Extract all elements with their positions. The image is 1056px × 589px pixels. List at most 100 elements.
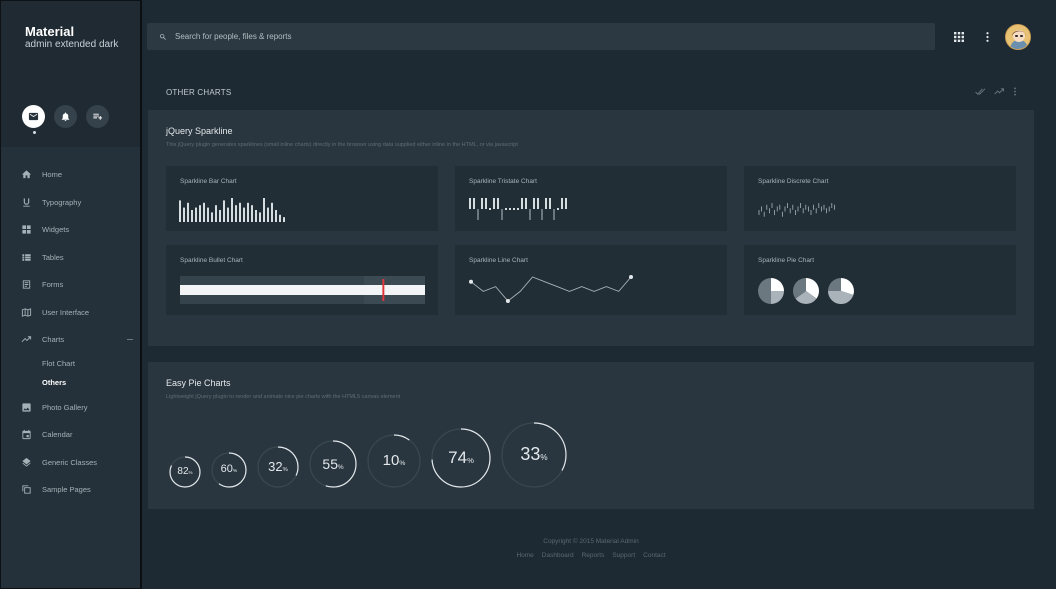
easy-pie-unit: % — [188, 470, 193, 475]
sparkline-discrete-card: Sparkline Discrete Chart — [744, 166, 1016, 231]
easy-pie-chart: 55% — [309, 440, 357, 488]
sidebar-item-tables[interactable]: Tables — [1, 244, 141, 272]
spark-bar — [239, 202, 241, 222]
sparkline-series — [470, 276, 632, 302]
easy-pie-unit: % — [540, 453, 548, 463]
more-vert-icon[interactable] — [1013, 87, 1017, 96]
sparkline-line-chart — [469, 275, 633, 303]
trending-up-icon[interactable] — [994, 87, 1005, 96]
tristate-bar — [553, 209, 555, 220]
easy-pie-value: 10% — [367, 452, 421, 469]
sidebar-item-photo-gallery[interactable]: Photo Gallery — [1, 394, 141, 422]
sidebar-item-calendar[interactable]: Calendar — [1, 421, 141, 449]
easy-pie-value: 60% — [211, 463, 247, 475]
sidebar-item-charts[interactable]: Charts — [1, 326, 141, 354]
spark-bar — [235, 205, 237, 222]
more-options-button[interactable] — [982, 31, 993, 42]
tristate-bar — [509, 208, 511, 210]
search-bar[interactable] — [147, 23, 935, 50]
easy-pie-value: 32% — [257, 459, 299, 474]
easy-pie-number: 32 — [268, 459, 283, 475]
bell-icon — [61, 112, 70, 122]
spark-bar — [207, 207, 209, 222]
sidebar-subitem-others[interactable]: Others — [42, 373, 141, 392]
more-vert-icon — [986, 31, 989, 42]
tasks-button[interactable] — [86, 105, 109, 128]
tristate-bar — [493, 198, 495, 209]
tristate-bar — [517, 208, 519, 210]
mail-button[interactable] — [22, 105, 45, 128]
done-all-icon[interactable] — [975, 87, 986, 96]
spark-bar — [227, 207, 229, 222]
easy-pie-value: 33% — [501, 444, 567, 465]
sidebar-item-sample-pages[interactable]: Sample Pages — [1, 476, 141, 504]
spark-bar — [195, 207, 197, 222]
easy-pie-number: 82 — [177, 466, 189, 477]
sidebar-item-user-interface[interactable]: User Interface — [1, 299, 141, 327]
footer-link-reports[interactable]: Reports — [582, 552, 605, 559]
sidebar-item-label: Typography — [42, 197, 82, 207]
notifications-button[interactable] — [54, 105, 77, 128]
sidebar-item-label: Widgets — [42, 225, 70, 235]
block-actions — [975, 87, 1017, 96]
sidebar-item-label: Calendar — [42, 430, 73, 440]
sidebar-item-typography[interactable]: Typography — [1, 189, 141, 217]
spark-bar — [251, 205, 253, 222]
sidebar-item-forms[interactable]: Forms — [1, 271, 141, 299]
mini-card-title: Sparkline Line Chart — [469, 257, 528, 264]
sidebar-item-generic-classes[interactable]: Generic Classes — [1, 449, 141, 477]
search-input[interactable] — [175, 32, 915, 41]
spark-bar — [243, 207, 245, 222]
layers-icon — [21, 457, 32, 468]
line-point — [469, 279, 473, 284]
mini-card-title: Sparkline Tristate Chart — [469, 178, 537, 185]
sparkline-pie-charts — [758, 278, 854, 304]
tristate-bar — [533, 198, 535, 209]
easy-pie-chart: 33% — [501, 422, 567, 488]
brand-title[interactable]: Material — [25, 24, 74, 39]
sidebar-item-home[interactable]: Home — [1, 161, 141, 189]
easy-pie-chart: 74% — [431, 428, 491, 488]
sparkline-bar-chart — [179, 198, 285, 222]
easy-pie-number: 33 — [520, 444, 541, 465]
footer-link-home[interactable]: Home — [516, 552, 533, 559]
easy-pie-unit: % — [282, 467, 288, 474]
mini-card-title: Sparkline Bullet Chart — [180, 257, 243, 264]
sparkline-tristate-chart — [469, 198, 567, 220]
sidebar-item-label: User Interface — [42, 307, 90, 317]
mail-icon — [28, 112, 39, 121]
easy-pie-number: 10 — [382, 452, 400, 469]
tristate-bar — [525, 198, 527, 209]
mini-card-title: Sparkline Pie Chart — [758, 257, 814, 264]
home-icon — [21, 169, 32, 180]
sidebar-item-label: Charts — [42, 335, 65, 345]
sparkline-card: jQuery Sparkline This jQuery plugin gene… — [148, 110, 1034, 346]
easy-pie-number: 60 — [220, 463, 233, 476]
easy-pie-card-title: Easy Pie Charts — [166, 378, 231, 388]
mini-card-title: Sparkline Discrete Chart — [758, 178, 829, 185]
tristate-bar — [529, 209, 531, 220]
bullet-target — [382, 279, 385, 301]
apps-grid-button[interactable] — [953, 31, 964, 42]
footer-link-dashboard[interactable]: Dashboard — [542, 552, 574, 559]
collapse-icon — [127, 339, 133, 340]
tristate-bar — [497, 198, 499, 209]
footer-link-support[interactable]: Support — [612, 552, 635, 559]
avatar[interactable] — [1005, 24, 1031, 50]
spark-bar — [179, 200, 181, 222]
footer-link-contact[interactable]: Contact — [643, 552, 665, 559]
tristate-bar — [549, 198, 551, 209]
easy-pie-number: 74 — [448, 447, 468, 467]
active-indicator — [33, 131, 36, 134]
easy-pie-card: Easy Pie Charts Lightweight jQuery plugi… — [148, 362, 1034, 509]
sidebar-subitem-flot-chart[interactable]: Flot Chart — [42, 354, 141, 373]
spark-bar — [211, 212, 213, 222]
sidebar-item-widgets[interactable]: Widgets — [1, 216, 141, 244]
bullet-performance — [180, 285, 425, 295]
widgets-icon — [21, 224, 32, 235]
easy-pie-unit: % — [399, 460, 406, 467]
sidebar-item-label: Tables — [42, 252, 64, 262]
format-underline-icon — [21, 197, 32, 208]
tristate-bar — [521, 198, 523, 209]
tristate-bar — [537, 198, 539, 209]
